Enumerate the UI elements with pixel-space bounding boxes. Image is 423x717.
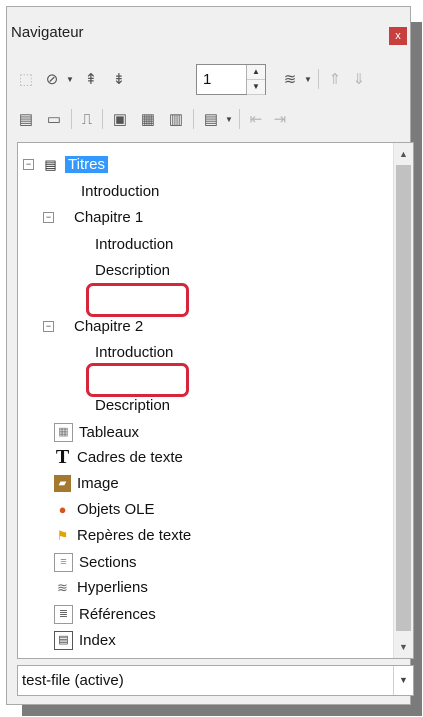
document-select[interactable]: test-file (active) ▼ xyxy=(17,665,414,696)
stepper-up-icon[interactable]: ▲ xyxy=(247,65,265,80)
footer-icon[interactable]: ▦ xyxy=(137,107,159,131)
tree-label[interactable]: Chapitre 2 xyxy=(74,318,143,335)
navigator-panel: Navigateur x ⬚ ⊘ ▼ ⇞ ⇟ 1 ▲ ▼ ≋ ▼ ⇑ ⇓ ▤ ▭… xyxy=(6,6,414,705)
image-icon: ▰ xyxy=(54,475,71,492)
toolbar-divider xyxy=(317,69,319,89)
page-number-stepper[interactable]: 1 ▲ ▼ xyxy=(196,64,266,95)
tree-category-references[interactable]: ≣ Références xyxy=(54,605,156,624)
heading-levels-icon[interactable]: ▤ xyxy=(200,107,222,131)
toolbar-row-1: ⬚ ⊘ ▼ ⇞ ⇟ xyxy=(15,66,130,92)
collapse-icon[interactable]: − xyxy=(43,321,54,332)
tree-category-ole[interactable]: ● Objets OLE xyxy=(54,501,155,518)
tree-item[interactable]: Introduction xyxy=(95,344,173,361)
demote-level-icon[interactable]: ⇓ xyxy=(349,67,369,91)
toolbar-divider xyxy=(102,109,103,129)
tree-label[interactable]: Cadres de texte xyxy=(77,449,183,466)
annotation-empty-heading xyxy=(86,363,189,397)
chevron-down-icon[interactable]: ▼ xyxy=(225,115,233,124)
collapse-icon[interactable]: − xyxy=(43,212,54,223)
tree-category-tables[interactable]: ▦ Tableaux xyxy=(54,423,139,442)
tree-label[interactable]: Repères de texte xyxy=(77,527,191,544)
toolbar-row-1-right: ≋ ▼ ⇑ ⇓ xyxy=(279,66,369,92)
annotation-empty-heading xyxy=(86,283,189,317)
tree-category-images[interactable]: ▰ Image xyxy=(54,475,119,492)
tree-item[interactable]: Introduction xyxy=(81,183,159,200)
tree-category-frames[interactable]: T Cadres de texte xyxy=(54,446,183,468)
tree-label[interactable]: Hyperliens xyxy=(77,579,148,596)
tree-label[interactable]: Tableaux xyxy=(79,424,139,441)
chevron-down-icon[interactable]: ▼ xyxy=(393,666,413,695)
tree-label[interactable]: Introduction xyxy=(81,183,159,200)
tree-label[interactable]: Sections xyxy=(79,554,137,571)
tree-label[interactable]: Description xyxy=(95,397,170,414)
chevron-down-icon[interactable]: ▼ xyxy=(66,75,74,84)
tree-category-hyperlinks[interactable]: ≋ Hyperliens xyxy=(54,579,148,596)
page-number-value[interactable]: 1 xyxy=(203,71,211,88)
tree-category-bookmarks[interactable]: ⚑ Repères de texte xyxy=(54,527,192,544)
tree-item[interactable]: Description xyxy=(95,262,170,279)
hyperlink-icon: ≋ xyxy=(57,580,68,595)
tree-node-titres[interactable]: − ▤ Titres xyxy=(23,156,108,173)
move-chapter-up-icon[interactable]: ⇤ xyxy=(246,107,266,131)
index-icon: ▤ xyxy=(54,631,73,650)
tree-label[interactable]: Introduction xyxy=(95,344,173,361)
section-icon: ≡ xyxy=(54,553,73,572)
anchor-text-icon[interactable]: ▥ xyxy=(165,107,187,131)
window-title: Navigateur xyxy=(11,24,84,41)
ole-object-icon: ● xyxy=(58,502,67,517)
reference-icon: ≣ xyxy=(54,605,73,624)
stepper-down-icon[interactable]: ▼ xyxy=(247,80,265,95)
navigation-icon[interactable]: ⊘ xyxy=(41,67,63,91)
chevron-down-icon[interactable]: ▼ xyxy=(304,75,312,84)
tree-item[interactable]: − Chapitre 1 xyxy=(43,209,143,226)
tree-label[interactable]: Chapitre 1 xyxy=(74,209,143,226)
tree-label[interactable]: Objets OLE xyxy=(77,501,155,518)
list-box-toggle-icon[interactable]: ▤ xyxy=(15,107,37,131)
text-frame-icon: T xyxy=(55,446,70,468)
toolbar-divider xyxy=(238,109,240,129)
tree-label[interactable]: Image xyxy=(77,475,119,492)
scrollbar-thumb[interactable] xyxy=(396,165,411,631)
headings-icon: ▤ xyxy=(44,157,57,172)
toolbar-divider xyxy=(71,109,72,129)
drag-mode-icon[interactable]: ≋ xyxy=(279,67,301,91)
tree-label[interactable]: Titres xyxy=(65,156,108,173)
navigation-window-icon[interactable]: ▭ xyxy=(43,107,65,131)
tree-label[interactable]: Introduction xyxy=(95,236,173,253)
close-button[interactable]: x xyxy=(389,27,407,45)
move-chapter-down-icon[interactable]: ⇥ xyxy=(270,107,290,131)
toolbar-divider xyxy=(193,109,194,129)
bookmark-icon: ⚑ xyxy=(56,528,69,543)
table-icon: ▦ xyxy=(54,423,73,442)
title-bar: Navigateur x xyxy=(7,7,410,57)
attachment-icon[interactable]: ⎍ xyxy=(78,107,96,131)
tree-label[interactable]: Références xyxy=(79,606,156,623)
tree-scrollbar[interactable]: ▲ ▼ xyxy=(393,143,413,658)
next-element-icon[interactable]: ⇟ xyxy=(108,67,130,91)
content-view-toggle-icon[interactable]: ⬚ xyxy=(15,67,37,91)
previous-element-icon[interactable]: ⇞ xyxy=(80,67,102,91)
promote-level-icon[interactable]: ⇑ xyxy=(325,67,345,91)
tree-category-index[interactable]: ▤ Index xyxy=(54,631,116,650)
scroll-up-icon[interactable]: ▲ xyxy=(394,145,413,163)
tree-label[interactable]: Description xyxy=(95,262,170,279)
tree-item[interactable]: − Chapitre 2 xyxy=(43,318,143,335)
tree-label[interactable]: Index xyxy=(79,632,116,649)
collapse-icon[interactable]: − xyxy=(23,159,34,170)
tree-item[interactable]: Introduction xyxy=(95,236,173,253)
header-icon[interactable]: ▣ xyxy=(109,107,131,131)
tree-item[interactable]: Description xyxy=(95,397,170,414)
document-select-value[interactable]: test-file (active) xyxy=(22,672,124,689)
scroll-down-icon[interactable]: ▼ xyxy=(394,638,413,656)
toolbar-row-2: ▤ ▭ ⎍ ▣ ▦ ▥ ▤ ▼ ⇤ ⇥ xyxy=(15,106,290,132)
content-tree[interactable]: − ▤ Titres Introduction − Chapitre 1 Int… xyxy=(17,142,414,659)
tree-category-sections[interactable]: ≡ Sections xyxy=(54,553,137,572)
